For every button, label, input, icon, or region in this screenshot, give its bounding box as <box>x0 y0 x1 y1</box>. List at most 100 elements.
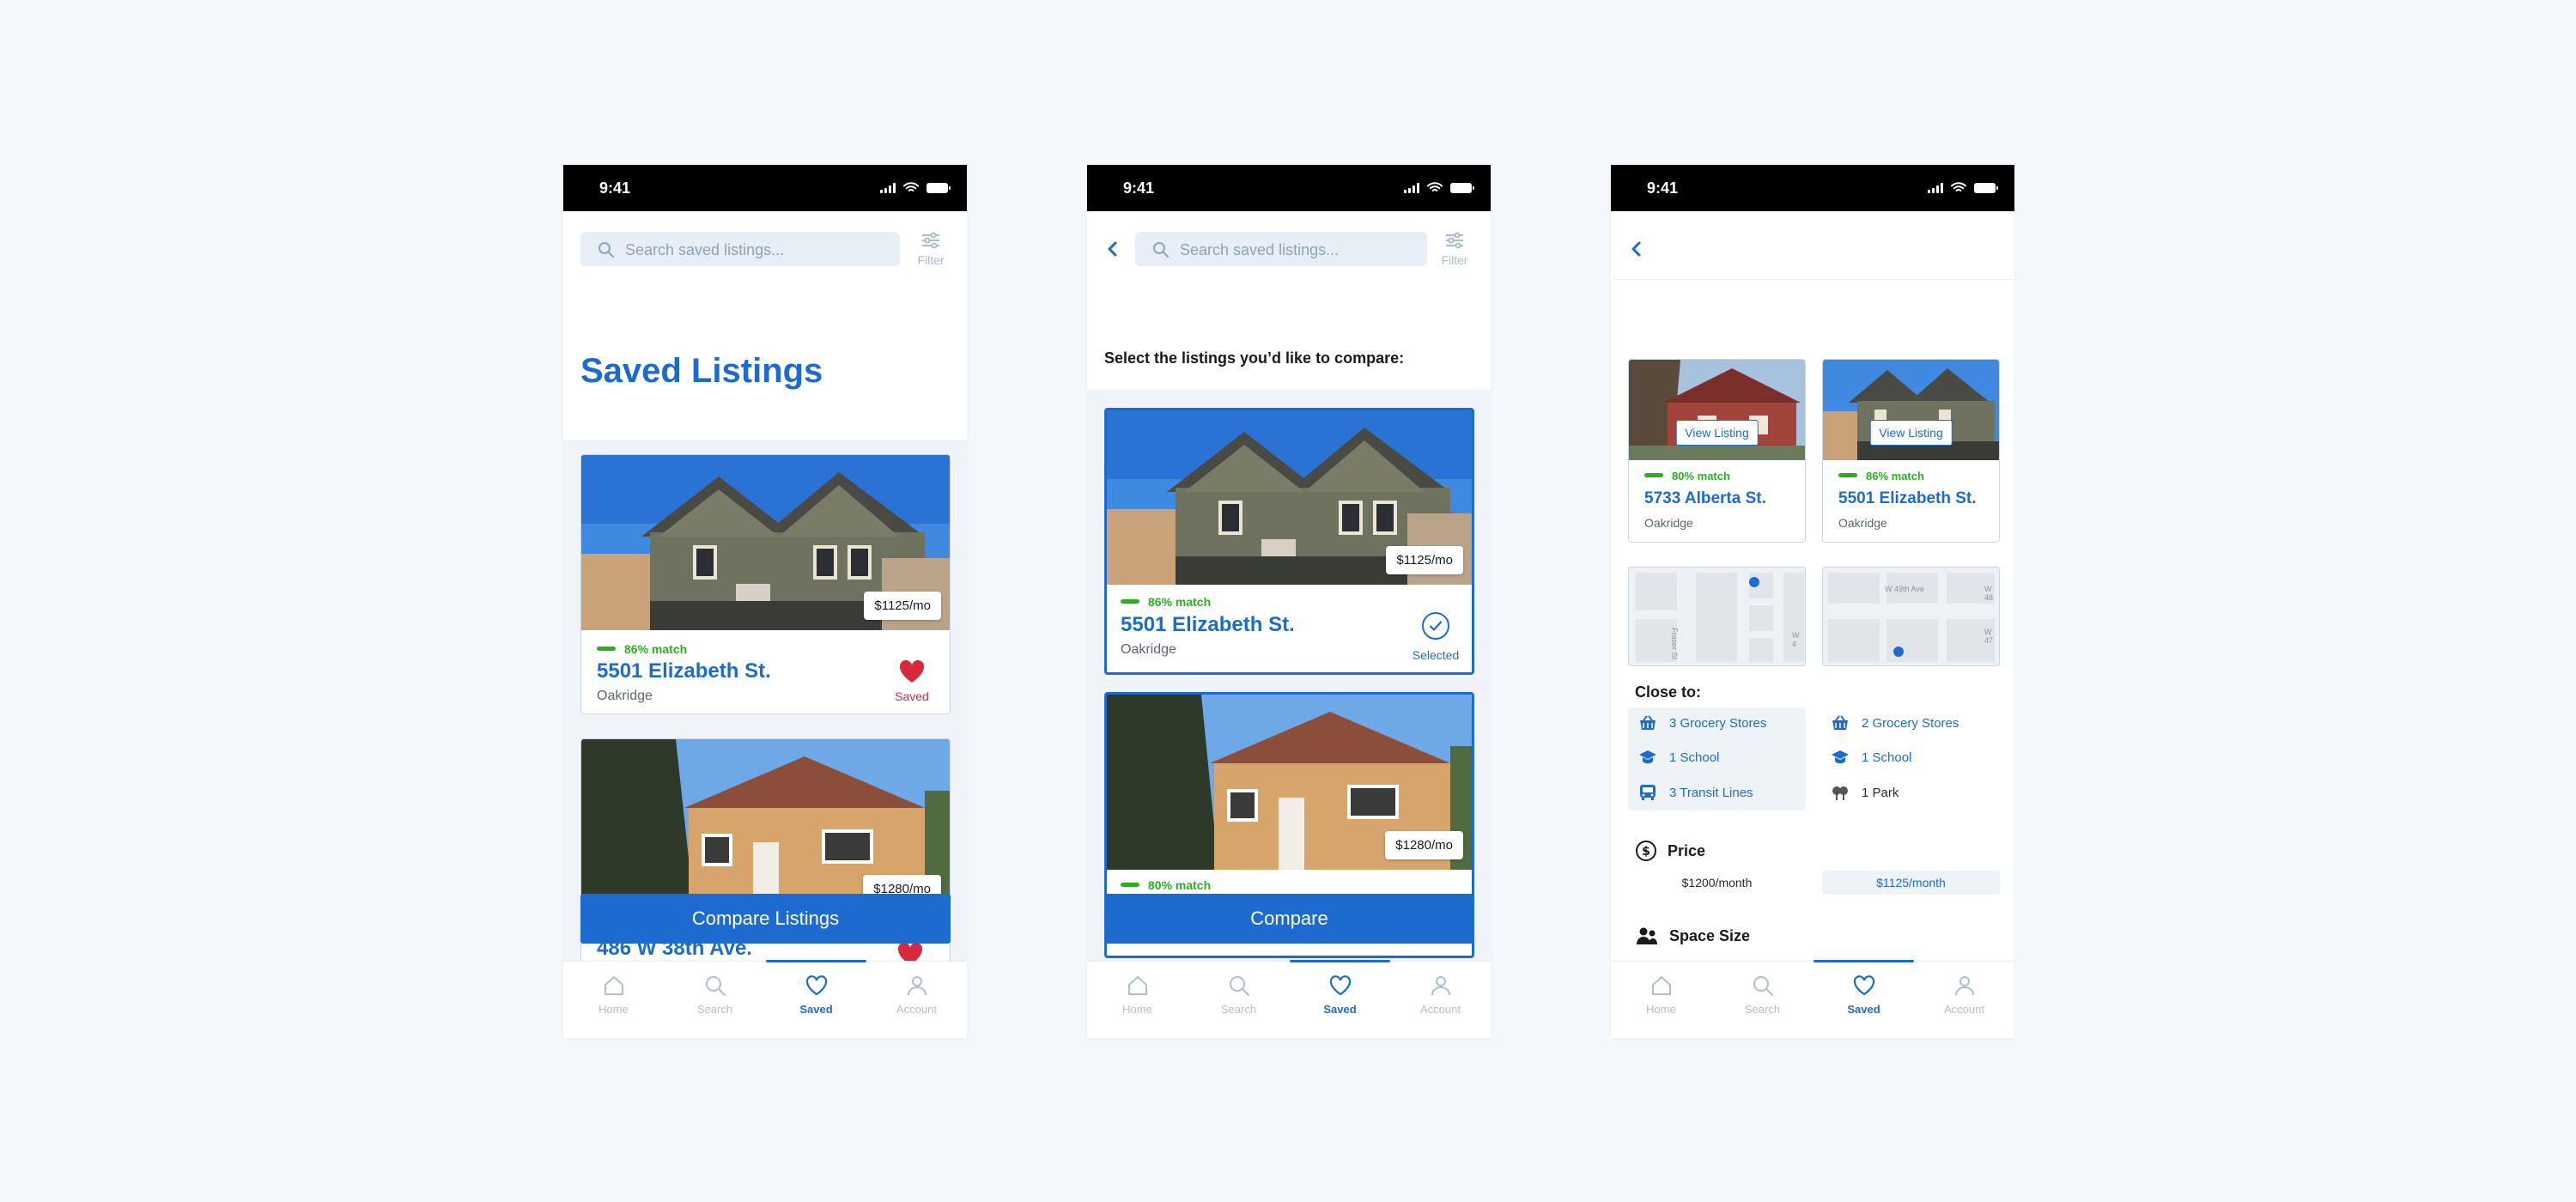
nav-home[interactable]: Home <box>1611 974 1711 1016</box>
amenity-label: 1 School <box>1862 750 1912 765</box>
save-toggle[interactable]: Saved <box>893 659 931 703</box>
heart-icon <box>1853 975 1874 996</box>
nav-account-label: Account <box>896 1003 937 1016</box>
price-tag: $1125/mo <box>1386 546 1463 574</box>
home-icon <box>1651 976 1671 995</box>
wifi-icon <box>903 182 919 191</box>
selectable-listing-card[interactable]: $1125/mo 86% match 5501 Elizabeth St. Oa… <box>1104 408 1474 675</box>
street-label: W 4 <box>1792 631 1800 648</box>
nav-saved-label: Saved <box>1323 1003 1357 1016</box>
compare-button[interactable]: Compare <box>1104 894 1474 944</box>
price-tag: $1280/mo <box>1385 831 1463 859</box>
street-label: W 47 <box>1984 628 1994 645</box>
amenity-item[interactable]: 1 School <box>1638 750 1719 765</box>
nav-saved[interactable]: Saved <box>766 974 866 1016</box>
house-photo: View Listing <box>1823 360 1999 460</box>
match-bar <box>1644 473 1663 478</box>
match-score: 86% match <box>597 642 687 656</box>
amenity-label: 3 Grocery Stores <box>1669 715 1767 731</box>
house-photo: $1125/mo <box>581 455 950 630</box>
filter-button[interactable]: Filter <box>914 232 948 267</box>
heart-icon <box>1329 975 1351 996</box>
view-listing-button[interactable]: View Listing <box>1869 420 1953 446</box>
top-bar: Search saved listings... Filter <box>1087 211 1491 280</box>
compare-listing-card[interactable]: View Listing 86% match 5501 Elizabeth St… <box>1822 359 2000 543</box>
nav-home[interactable]: Home <box>563 974 664 1016</box>
space-section-header: Space Size <box>1635 926 1750 946</box>
filter-icon <box>922 232 939 249</box>
nav-search[interactable]: Search <box>1712 974 1813 1016</box>
nav-account[interactable]: Account <box>1914 974 2014 1016</box>
status-time: 9:41 <box>599 179 631 197</box>
back-chevron-icon[interactable] <box>1101 237 1125 261</box>
bottom-nav: Home Search Saved Account <box>563 960 967 1038</box>
amenity-item[interactable]: 3 Grocery Stores <box>1638 715 1766 731</box>
bottom-nav: Home Search Saved Account <box>1611 960 2014 1038</box>
signal-icon <box>1928 182 1943 193</box>
listing-address: 5733 Alberta St. <box>1644 489 1766 507</box>
search-icon <box>1153 242 1169 258</box>
nav-home[interactable]: Home <box>1087 974 1188 1016</box>
street-label: Fraser St <box>1670 628 1679 660</box>
search-input[interactable]: Search saved listings... <box>1135 232 1427 266</box>
match-label: 86% match <box>1866 470 1924 483</box>
view-listing-button[interactable]: View Listing <box>1675 420 1759 446</box>
search-icon <box>1229 976 1249 996</box>
match-score: 80% match <box>1644 470 1730 483</box>
compare-listings-button[interactable]: Compare Listings <box>580 894 951 944</box>
nav-account[interactable]: Account <box>866 974 967 1016</box>
page-title: Saved Listings <box>580 352 823 390</box>
amenity-label: 1 Park <box>1862 785 1899 800</box>
nav-search[interactable]: Search <box>665 974 765 1016</box>
saved-label: Saved <box>895 689 929 703</box>
listing-address: 5501 Elizabeth St. <box>1121 613 1295 636</box>
compare-listing-card[interactable]: View Listing 80% match 5733 Alberta St. … <box>1628 359 1806 543</box>
account-icon <box>907 976 927 996</box>
amenity-item[interactable]: 1 School <box>1831 750 1911 765</box>
price-title: Price <box>1668 841 1706 859</box>
active-tab-indicator <box>1290 960 1390 962</box>
nav-search[interactable]: Search <box>1188 974 1289 1016</box>
amenity-item[interactable]: 3 Transit Lines <box>1638 784 1753 801</box>
nav-account-label: Account <box>1420 1003 1461 1016</box>
basket-icon <box>1640 715 1656 730</box>
amenity-item[interactable]: 1 Park <box>1831 784 1899 801</box>
listing-neighborhood: Oakridge <box>1121 642 1176 657</box>
amenity-item[interactable]: 2 Grocery Stores <box>1831 715 1959 731</box>
nav-home-label: Home <box>598 1003 629 1016</box>
filter-button[interactable]: Filter <box>1437 232 1472 267</box>
nav-search-label: Search <box>696 1003 733 1016</box>
dollar-circle-icon: $ <box>1636 841 1656 861</box>
listing-card[interactable]: $1125/mo 86% match 5501 Elizabeth St. Oa… <box>580 454 951 714</box>
selected-label: Selected <box>1412 648 1460 662</box>
nav-account[interactable]: Account <box>1390 974 1491 1016</box>
house-photo: $1280/mo <box>1107 695 1472 870</box>
listing-neighborhood: Oakridge <box>597 689 653 703</box>
search-input[interactable]: Search saved listings... <box>580 232 900 266</box>
amenity-label: 1 School <box>1669 750 1720 765</box>
nav-account-label: Account <box>1944 1003 1984 1016</box>
search-icon <box>1753 976 1773 996</box>
match-score: 80% match <box>1121 878 1211 892</box>
saved-listings-screen: 9:41 Search saved listings... Filter Sav… <box>563 165 967 1038</box>
mini-map[interactable]: W 49th Ave W 48 W 47 <box>1822 567 2000 666</box>
house-photo: $1125/mo <box>1107 410 1472 585</box>
match-label: 86% match <box>624 642 688 656</box>
nav-search-label: Search <box>1744 1003 1781 1016</box>
selected-indicator[interactable]: Selected <box>1408 611 1463 662</box>
mini-map[interactable]: Fraser St W 4 <box>1628 567 1806 666</box>
nav-search-label: Search <box>1220 1003 1257 1016</box>
match-bar <box>1121 598 1139 604</box>
nav-home-label: Home <box>1646 1003 1676 1016</box>
nav-saved[interactable]: Saved <box>1290 974 1390 1016</box>
filter-label: Filter <box>1441 253 1468 267</box>
nav-saved[interactable]: Saved <box>1814 974 1914 1016</box>
price-value-highlight: $1125/month <box>1822 871 2000 895</box>
back-chevron-icon[interactable] <box>1625 237 1649 261</box>
listing-address: 5501 Elizabeth St. <box>1838 489 1977 507</box>
people-icon <box>1637 927 1657 944</box>
listing-neighborhood: Oakridge <box>1838 516 1887 530</box>
house-photo: $1280/mo <box>581 739 950 898</box>
account-icon <box>1431 976 1450 996</box>
search-placeholder: Search saved listings... <box>625 241 785 258</box>
